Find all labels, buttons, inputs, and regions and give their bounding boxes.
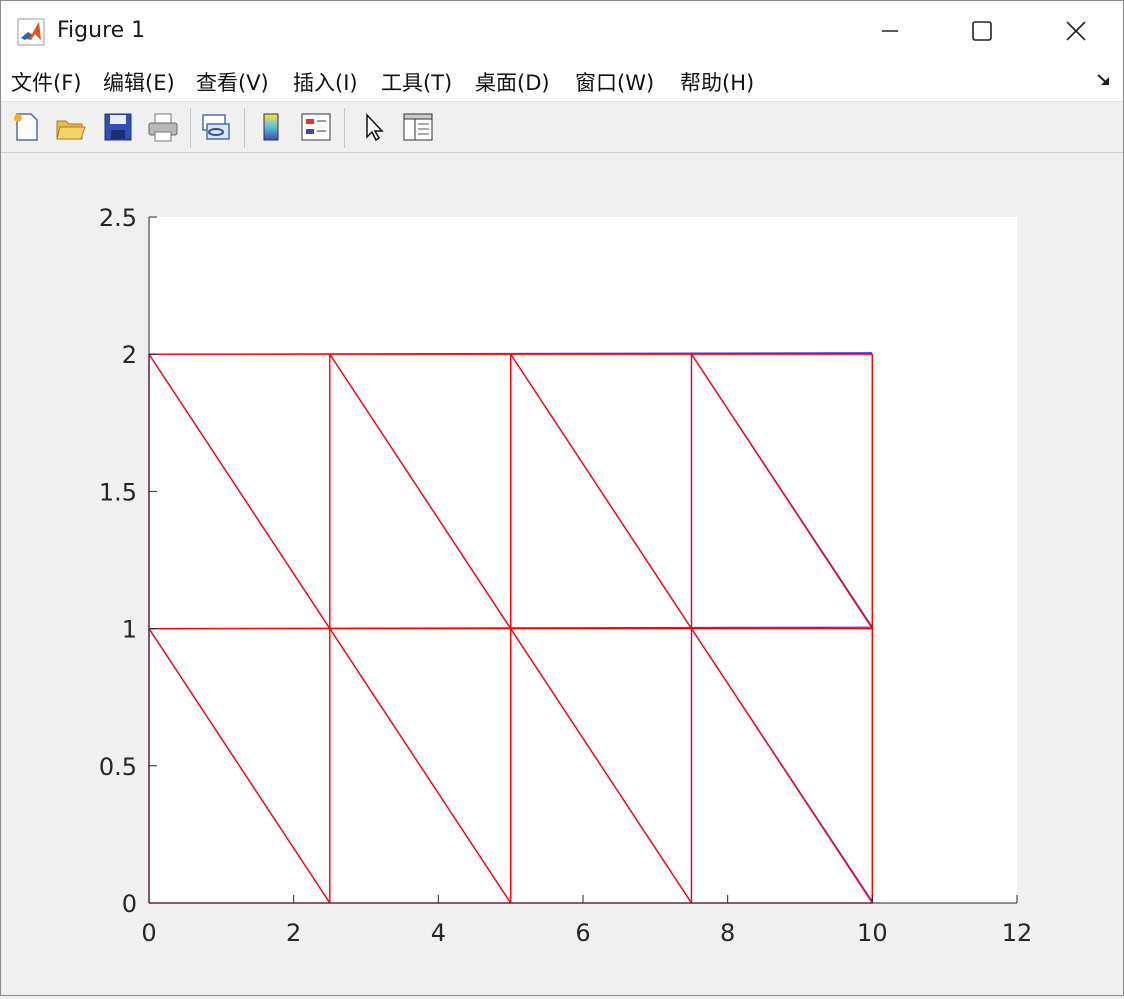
y-tick-label: 0.5 — [99, 753, 137, 781]
close-icon — [1066, 21, 1086, 41]
menu-file[interactable]: 文件(F) — [11, 67, 81, 97]
figure-toolbar — [1, 102, 1123, 153]
figure-window: Figure 1 文件(F) 编辑(E) 查看(V) 插入(I) 工具(T) 桌… — [0, 0, 1124, 996]
plot-axes[interactable]: 0 2 4 6 8 10 12 0 0.5 1 1.5 2 2.5 — [1, 153, 1123, 995]
pointer-icon[interactable] — [357, 110, 391, 144]
y-tick-label: 1.5 — [99, 478, 137, 506]
minimize-button[interactable] — [867, 11, 913, 51]
y-tick-label: 0 — [122, 890, 137, 918]
x-tick-label: 6 — [575, 919, 590, 947]
x-tick-label: 2 — [286, 919, 301, 947]
figure-canvas: 0 2 4 6 8 10 12 0 0.5 1 1.5 2 2.5 — [1, 153, 1123, 995]
toolbar-separator — [190, 108, 191, 148]
menu-bar: 文件(F) 编辑(E) 查看(V) 插入(I) 工具(T) 桌面(D) 窗口(W… — [1, 61, 1123, 102]
plot-background — [149, 217, 1017, 903]
legend-icon[interactable] — [299, 110, 333, 144]
maximize-button[interactable] — [959, 11, 1005, 51]
maximize-icon — [972, 21, 992, 41]
menu-edit[interactable]: 编辑(E) — [103, 67, 175, 97]
new-figure-icon[interactable] — [9, 110, 43, 144]
menu-help[interactable]: 帮助(H) — [680, 67, 754, 97]
menu-insert[interactable]: 插入(I) — [293, 67, 358, 97]
link-plot-icon[interactable] — [199, 110, 233, 144]
menu-view[interactable]: 查看(V) — [196, 67, 269, 97]
save-icon[interactable] — [101, 110, 135, 144]
y-tick-label: 1 — [122, 616, 137, 644]
x-tick-label: 8 — [720, 919, 735, 947]
print-icon[interactable] — [146, 110, 180, 144]
x-tick-label: 12 — [1002, 919, 1033, 947]
window-title: Figure 1 — [57, 18, 146, 43]
y-tick-label: 2.5 — [99, 204, 137, 232]
property-inspector-icon[interactable] — [401, 110, 435, 144]
minimize-icon — [882, 30, 898, 32]
menu-tools[interactable]: 工具(T) — [381, 67, 452, 97]
title-bar[interactable]: Figure 1 — [1, 1, 1123, 61]
x-tick-label: 4 — [431, 919, 446, 947]
colorbar-icon[interactable] — [254, 110, 288, 144]
toolbar-separator — [244, 108, 245, 148]
matlab-logo-icon — [17, 18, 45, 46]
x-tick-label: 0 — [141, 919, 156, 947]
toolbar-separator — [344, 108, 345, 148]
menu-desktop[interactable]: 桌面(D) — [475, 67, 550, 97]
close-button[interactable] — [1053, 11, 1099, 51]
dock-arrow-icon[interactable] — [1095, 71, 1113, 89]
y-tick-label: 2 — [122, 341, 137, 369]
open-folder-icon[interactable] — [54, 110, 88, 144]
menu-window[interactable]: 窗口(W) — [575, 67, 654, 97]
x-tick-label: 10 — [857, 919, 888, 947]
